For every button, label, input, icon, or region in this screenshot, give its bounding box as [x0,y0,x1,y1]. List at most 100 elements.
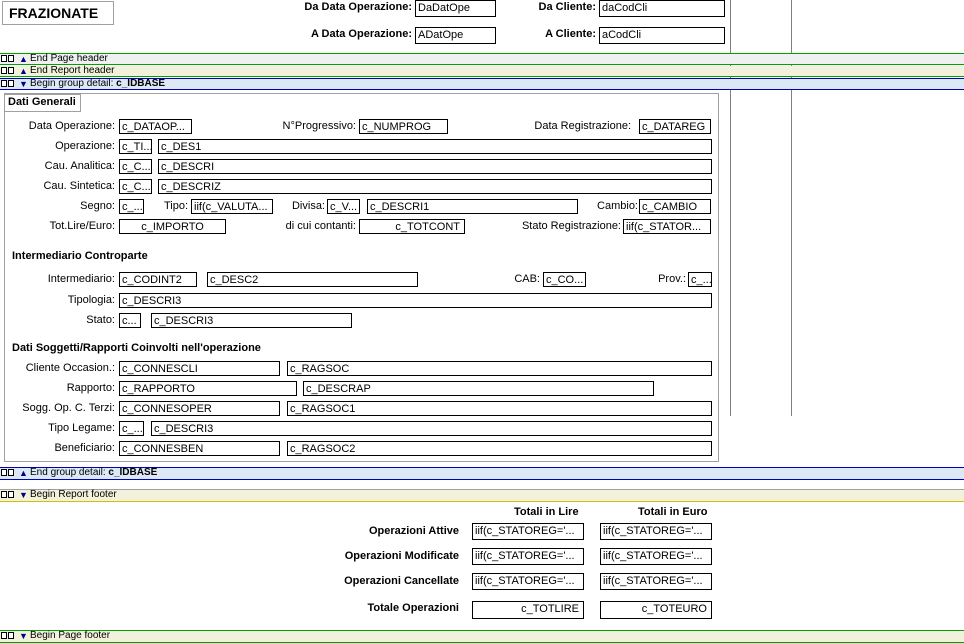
intermediario-desc-field[interactable]: c_DESC2 [207,272,418,287]
cliente-occ-label: Cliente Occasion.: [25,362,115,374]
beneficiario-code-field[interactable]: c_CONNESBEN [119,441,280,456]
operazione-desc-field[interactable]: c_DES1 [158,139,712,154]
prov-label: Prov.: [658,273,686,285]
band-label: End group detail: [30,467,109,478]
band-end-group-detail[interactable]: ▲ End group detail: c_IDBASE [0,467,964,480]
a-data-label: A Data Operazione: [310,28,412,40]
cab-label: CAB: [514,273,540,285]
report-title-box[interactable]: FRAZIONATE [2,1,114,25]
stato-desc-field[interactable]: c_DESCRI3 [151,313,352,328]
totale-lire-field[interactable]: c_TOTLIRE [472,601,584,619]
sogg-terzi-desc-field[interactable]: c_RAGSOC1 [287,401,712,416]
band-begin-page-footer[interactable]: ▼ Begin Page footer [0,630,964,643]
sogg-terzi-code-field[interactable]: c_CONNESOPER [119,401,280,416]
intermediario-label: Intermediario: [47,273,115,285]
totlire-label: Tot.Lire/Euro: [49,220,115,232]
da-cliente-field[interactable]: daCodCli [599,0,725,17]
dati-generali-box[interactable]: Dati Generali [4,94,81,112]
segno-field[interactable]: c_... [119,199,144,214]
band-label-wrap: Begin group detail: c_IDBASE [30,79,165,89]
cancellate-lire-field[interactable]: iif(c_STATOREG='... [472,573,584,590]
contanti-label: di cui contanti: [285,220,356,232]
intermediario-section-title: Intermediario Controparte [12,250,148,262]
data-registrazione-label: Data Registrazione: [534,120,631,132]
divisa-label: Divisa: [291,200,325,212]
cancellate-euro-field[interactable]: iif(c_STATOREG='... [600,573,712,590]
rapporto-desc-field[interactable]: c_DESCRAP [303,381,654,396]
stato-reg-field[interactable]: iif(c_STATOR... [623,219,711,234]
da-data-field[interactable]: DaDatOpe [415,0,496,17]
cancellate-label: Operazioni Cancellate [344,575,459,587]
arrow-down-icon: ▼ [19,490,28,500]
arrow-up-icon: ▲ [19,54,28,64]
cab-field[interactable]: c_CO... [543,272,586,287]
cau-sintetica-desc-field[interactable]: c_DESCRIZ [158,179,712,194]
tipologia-field[interactable]: c_DESCRI3 [119,293,712,308]
band-label: Begin Report footer [30,489,117,500]
cliente-occ-desc-field[interactable]: c_RAGSOC [287,361,712,376]
totlire-field[interactable]: c_IMPORTO [119,219,226,234]
sogg-terzi-label: Sogg. Op. C. Terzi: [22,402,115,414]
cambio-label: Cambio: [597,200,638,212]
segno-label: Segno: [80,200,115,212]
attive-lire-field[interactable]: iif(c_STATOREG='... [472,523,584,540]
stato-code-field[interactable]: c... [119,313,141,328]
attive-label: Operazioni Attive [368,525,459,537]
band-label: End Report header [30,65,115,76]
cau-analitica-code-field[interactable]: c_C... [119,159,152,174]
cau-analitica-label: Cau. Analitica: [44,160,115,172]
nprogressivo-field[interactable]: c_NUMPROG [359,119,448,134]
modificate-label: Operazioni Modificate [344,550,459,562]
cau-analitica-desc-field[interactable]: c_DESCRI [158,159,712,174]
data-operazione-label: Data Operazione: [28,120,115,132]
operazione-code-field[interactable]: c_TI... [119,139,152,154]
band-end-report-header[interactable]: ▲ End Report header [0,66,964,77]
tipo-field[interactable]: iif(c_VALUTA... [191,199,273,214]
band-group-name: c_IDBASE [116,78,166,89]
divisa-code-field[interactable]: c_V... [327,199,360,214]
nprogressivo-label: N°Progressivo: [282,120,356,132]
intermediario-code-field[interactable]: c_CODINT2 [119,272,197,287]
stato-label: Stato: [86,314,115,326]
totale-euro-field[interactable]: c_TOTEURO [600,601,712,619]
soggetti-section-title: Dati Soggetti/Rapporti Coinvolti nell'op… [12,342,261,354]
rapporto-code-field[interactable]: c_RAPPORTO [119,381,297,396]
band-begin-report-footer[interactable]: ▼ Begin Report footer [0,489,964,502]
stato-reg-label: Stato Registrazione: [521,220,621,232]
prov-field[interactable]: c_... [688,272,712,287]
band-label-wrap: End group detail: c_IDBASE [30,468,157,478]
totali-euro-header: Totali in Euro [638,506,708,518]
band-group-name: c_IDBASE [108,467,158,478]
divisa-desc-field[interactable]: c_DESCRI1 [367,199,578,214]
band-begin-group-detail[interactable]: ▼ Begin group detail: c_IDBASE [0,78,964,90]
data-operazione-field[interactable]: c_DATAOP... [119,119,192,134]
modificate-euro-field[interactable]: iif(c_STATOREG='... [600,548,712,565]
cambio-field[interactable]: c_CAMBIO [639,199,711,214]
band-end-page-header[interactable]: ▲ End Page header [0,53,964,65]
attive-euro-field[interactable]: iif(c_STATOREG='... [600,523,712,540]
band-label: End Page header [30,53,108,64]
totali-lire-header: Totali in Lire [514,506,579,518]
band-handle-icon [1,54,17,63]
tipo-legame-label: Tipo Legame: [48,422,115,434]
tipo-legame-code-field[interactable]: c_... [119,421,144,436]
report-title: FRAZIONATE [9,5,99,21]
tipo-label: Tipo: [163,200,188,212]
tipo-legame-desc-field[interactable]: c_DESCRI3 [151,421,712,436]
band-handle-icon [1,66,17,75]
arrow-down-icon: ▼ [19,79,28,89]
modificate-lire-field[interactable]: iif(c_STATOREG='... [472,548,584,565]
beneficiario-desc-field[interactable]: c_RAGSOC2 [287,441,712,456]
cliente-occ-code-field[interactable]: c_CONNESCLI [119,361,280,376]
a-data-field[interactable]: ADatOpe [415,27,496,44]
band-handle-icon [1,468,17,477]
a-cliente-field[interactable]: aCodCli [599,27,725,44]
data-registrazione-field[interactable]: c_DATAREG [639,119,711,134]
band-handle-icon [1,631,17,640]
beneficiario-label: Beneficiario: [54,442,115,454]
arrow-up-icon: ▲ [19,468,28,478]
band-handle-icon [1,79,17,88]
contanti-field[interactable]: c_TOTCONT [359,219,465,234]
cau-sintetica-code-field[interactable]: c_C... [119,179,152,194]
da-cliente-label: Da Cliente: [538,1,596,13]
